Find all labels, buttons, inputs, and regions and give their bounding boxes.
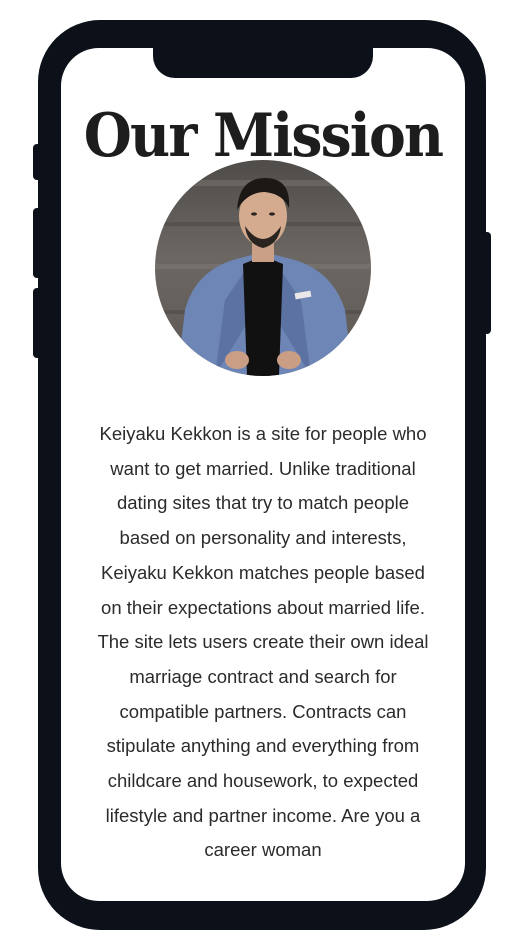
- founder-photo: [155, 160, 371, 376]
- person-illustration: [155, 178, 371, 376]
- page: Our Mission Keiyaku Kekkon is a site for…: [0, 0, 524, 952]
- mission-description: Keiyaku Kekkon is a site for people who …: [97, 423, 429, 861]
- phone-notch: [153, 24, 373, 78]
- phone-screen[interactable]: Our Mission Keiyaku Kekkon is a site for…: [61, 48, 465, 901]
- page-title: Our Mission: [83, 101, 444, 171]
